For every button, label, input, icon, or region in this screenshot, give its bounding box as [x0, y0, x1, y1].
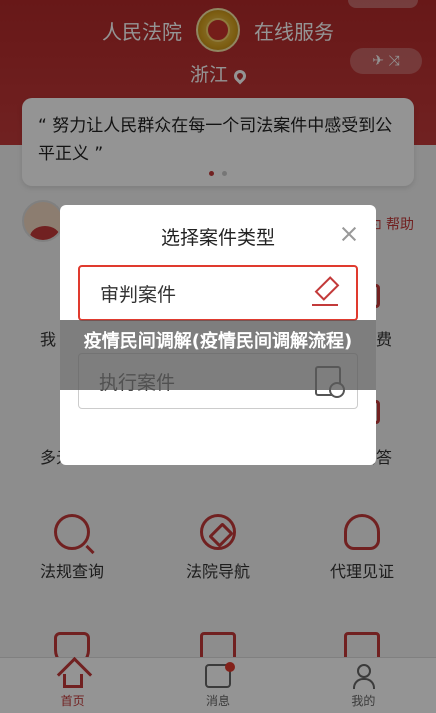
option-label: 审判案件: [100, 283, 177, 306]
gavel-icon: [310, 278, 340, 308]
caption-banner: 疫情民间调解(疫情民间调解流程): [60, 320, 376, 390]
close-icon[interactable]: [340, 225, 358, 243]
dialog-title: 选择案件类型: [160, 227, 275, 249]
banner-text: 疫情民间调解(疫情民间调解流程): [83, 331, 353, 352]
option-trial-case[interactable]: 审判案件: [78, 265, 358, 321]
